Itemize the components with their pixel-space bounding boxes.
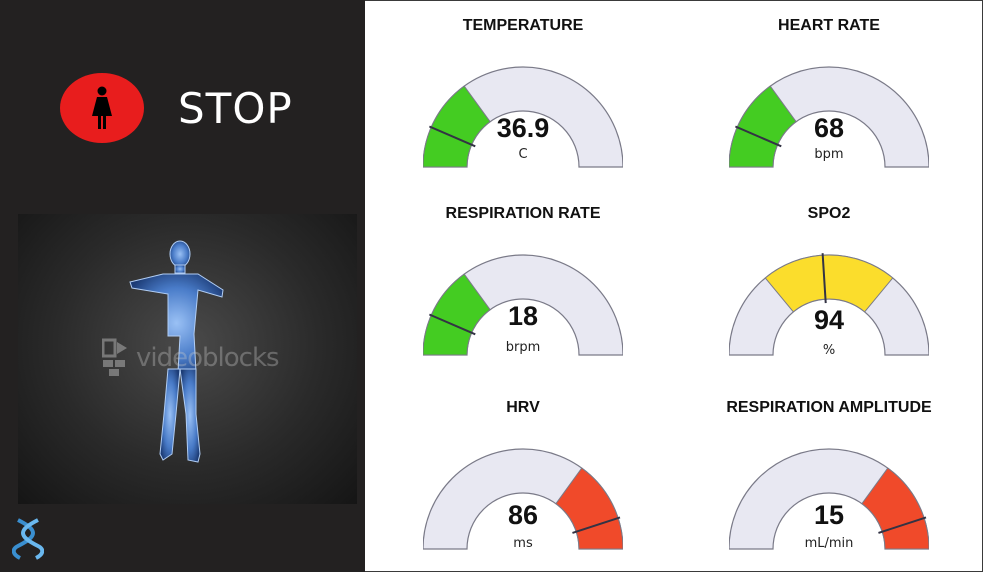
gauge-unit: mL/min [804,536,854,551]
status-indicator: STOP [60,73,293,143]
gauge-unit: C [518,147,528,162]
gauge-value: 86 [507,500,539,530]
status-label: STOP [178,83,293,133]
gauge-heart-rate: HEART RATE 68 bpm [709,17,949,197]
gauge-unit: bpm [814,147,844,162]
stop-status-circle [60,73,144,143]
gauge-unit: ms [513,536,533,551]
gauge-value: 15 [813,500,845,530]
gauge-unit: % [822,343,836,358]
female-person-icon [92,86,112,129]
watermark: videoblocks [101,338,280,378]
gauge-unit: brpm [505,340,541,355]
gauge-title: SPO2 [807,205,851,222]
gauge-dial [423,254,623,356]
gauge-value: 36.9 [496,113,550,143]
watermark-text: videoblocks [136,343,280,373]
gauge-value: 68 [813,113,845,143]
gauge-respiration-rate: RESPIRATION RATE 18 brpm [403,205,643,385]
gauge-title: HRV [506,399,540,416]
gauge-respiration-amplitude: RESPIRATION AMPLITUDE 15 mL/min [709,399,949,579]
gauge-value: 18 [507,301,539,331]
gauge-dial [729,253,929,356]
gauge-value: 94 [813,305,845,335]
left-panel: STOP videoblocks [0,0,365,572]
gauge-title: TEMPERATURE [462,17,584,34]
gauge-title: RESPIRATION RATE [445,205,601,222]
gauge-dial [423,448,623,550]
gauge-title: HEART RATE [778,17,880,34]
gauge-title: RESPIRATION AMPLITUDE [726,399,932,416]
gauge-spo2: SPO2 94% [709,205,949,385]
gauge-hrv: HRV 86 ms [403,399,643,579]
gauge-temperature: TEMPERATURE 36.9 C [403,17,643,197]
anatomy-image: videoblocks [18,214,357,504]
dna-logo-icon [11,516,45,560]
videoblocks-logo-icon [101,338,128,378]
vitals-panel: TEMPERATURE 36.9 C HEART RATE 68 bpm RESPIRATI… [365,0,983,572]
gauge-dial [729,448,929,550]
